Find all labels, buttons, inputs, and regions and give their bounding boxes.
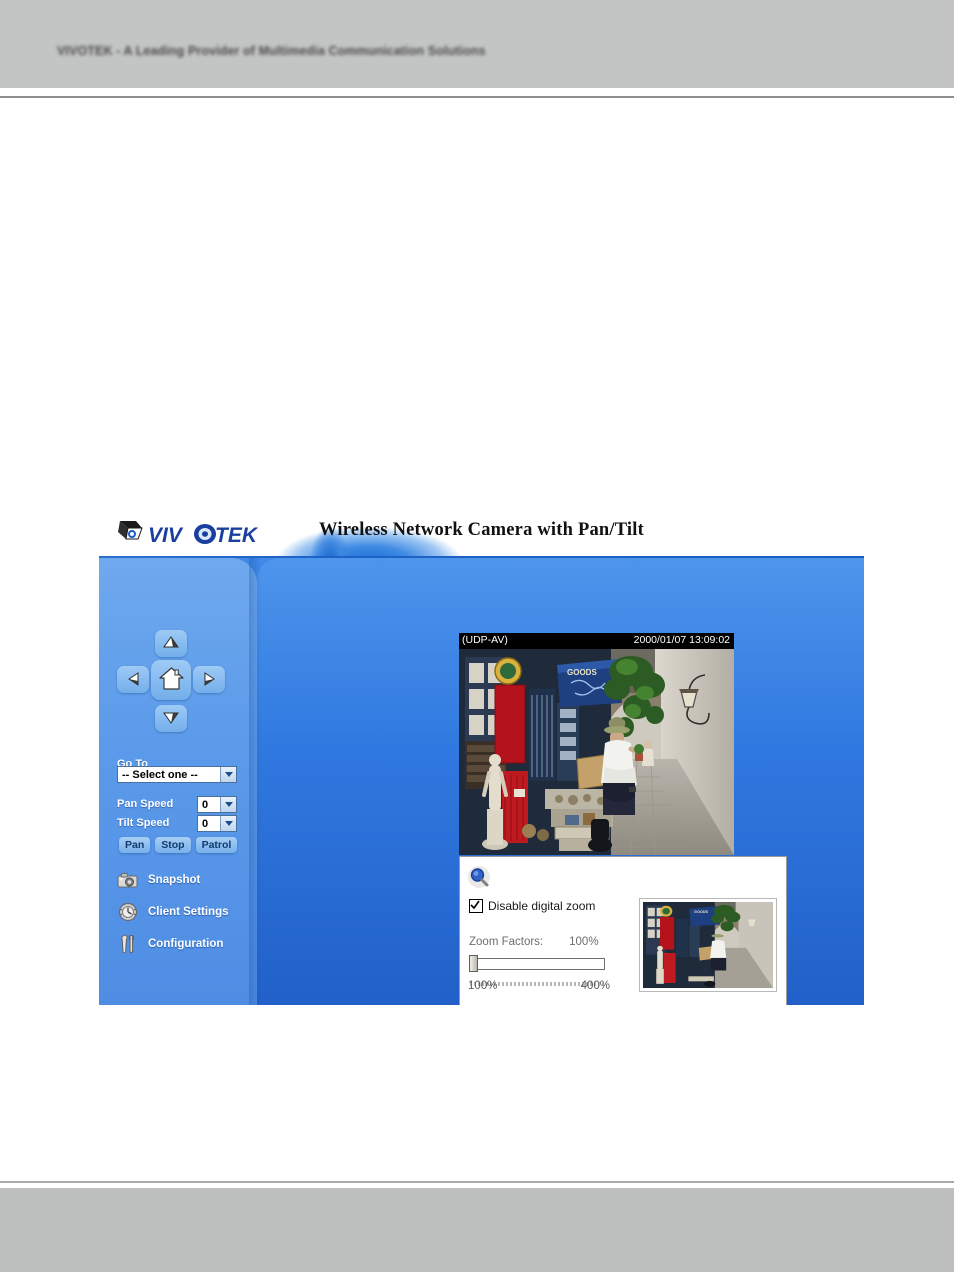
chevron-down-icon [220,816,236,831]
sidebar-item-configuration[interactable]: Configuration [117,932,252,956]
live-video-image[interactable]: GOODS [459,649,734,855]
svg-text:GOODS: GOODS [567,668,597,677]
page-title: Wireless Network Camera with Pan/Tilt [319,520,644,540]
document-footer-band [0,1188,954,1272]
app-banner: VIV TEK Wireless Network Camera with Pan… [99,508,864,558]
zoom-preview-image: GOODS [643,902,773,988]
slider-min-label: 100% [468,980,498,992]
sidebar-item-client-settings[interactable]: Client Settings [117,900,252,924]
patrol-button[interactable]: Patrol [195,837,238,853]
document-header-text: VIVOTEK - A Leading Provider of Multimed… [57,44,486,58]
video-timestamp: 2000/01/07 13:09:02 [633,634,730,646]
sidebar: Go To -- Select one -- Pan Speed 0 Tilt … [99,558,261,1005]
zoom-factors-row: Zoom Factors: 100% [469,936,649,948]
tilt-speed-value: 0 [202,817,209,830]
video-osd-bar: (UDP-AV) 2000/01/07 13:09:02 [459,633,734,649]
camera-icon [117,869,139,891]
stop-button[interactable]: Stop [155,837,191,853]
pan-tilt-pad [117,630,237,740]
disable-digital-zoom-row[interactable]: Disable digital zoom [469,899,595,913]
slider-range-labels: 100% 400% [468,980,610,992]
chevron-down-icon [220,767,236,782]
stream-protocol-label: (UDP-AV) [462,634,508,646]
slider-track[interactable] [472,958,605,970]
home-icon [158,667,184,690]
goto-select[interactable]: -- Select one -- [117,766,237,783]
slider-tick-marks [469,974,607,986]
arrow-left-icon [127,672,138,686]
clock-gear-icon [117,901,139,923]
home-position-button[interactable] [151,660,191,700]
sidebar-item-snapshot[interactable]: Snapshot [117,868,252,892]
ptz-action-buttons: Pan Stop Patrol [119,837,238,853]
slider-thumb[interactable] [469,955,478,972]
sidebar-item-label: Client Settings [148,906,229,918]
digital-zoom-dialog: Disable digital zoom Zoom Factors: 100% … [459,856,787,1005]
arrow-down-icon [163,712,179,724]
arrow-up-icon [163,636,179,648]
arrow-right-icon [204,672,215,686]
zoom-factors-value: 100% [569,936,599,948]
svg-text:GOODS: GOODS [694,910,709,914]
tilt-up-button[interactable] [155,630,187,657]
zoom-preview-thumbnail[interactable]: GOODS [639,898,777,992]
pan-right-button[interactable] [193,666,225,693]
video-panel: (UDP-AV) 2000/01/07 13:09:02 GOODS [459,633,734,855]
pan-speed-label: Pan Speed [117,798,174,810]
footer-divider [0,1181,954,1183]
zoom-factor-slider[interactable] [469,955,607,972]
tilt-down-button[interactable] [155,705,187,732]
tilt-speed-label: Tilt Speed [117,817,170,829]
disable-digital-zoom-label: Disable digital zoom [488,899,596,913]
tools-icon [117,933,139,955]
checkmark-icon [470,900,480,910]
tilt-speed-select[interactable]: 0 [197,815,237,832]
sidebar-item-label: Snapshot [148,874,201,886]
camera-web-ui: VIV TEK Wireless Network Camera with Pan… [99,508,864,1005]
sidebar-item-label: Configuration [148,938,224,950]
zoom-factors-label: Zoom Factors: [469,936,544,948]
chevron-down-icon [220,797,236,812]
tilt-speed-row: Tilt Speed 0 [117,815,237,833]
pan-button[interactable]: Pan [119,837,151,853]
slider-max-label: 400% [580,980,610,992]
header-divider [0,96,954,98]
goto-select-value: -- Select one -- [122,768,198,781]
app-body: Go To -- Select one -- Pan Speed 0 Tilt … [99,558,864,1005]
disable-digital-zoom-checkbox[interactable] [469,899,483,913]
magnifier-icon [467,865,491,889]
pan-speed-row: Pan Speed 0 [117,796,237,814]
pan-speed-select[interactable]: 0 [197,796,237,813]
pan-left-button[interactable] [117,666,149,693]
pan-speed-value: 0 [202,798,209,811]
document-header-band: VIVOTEK - A Leading Provider of Multimed… [0,0,954,88]
